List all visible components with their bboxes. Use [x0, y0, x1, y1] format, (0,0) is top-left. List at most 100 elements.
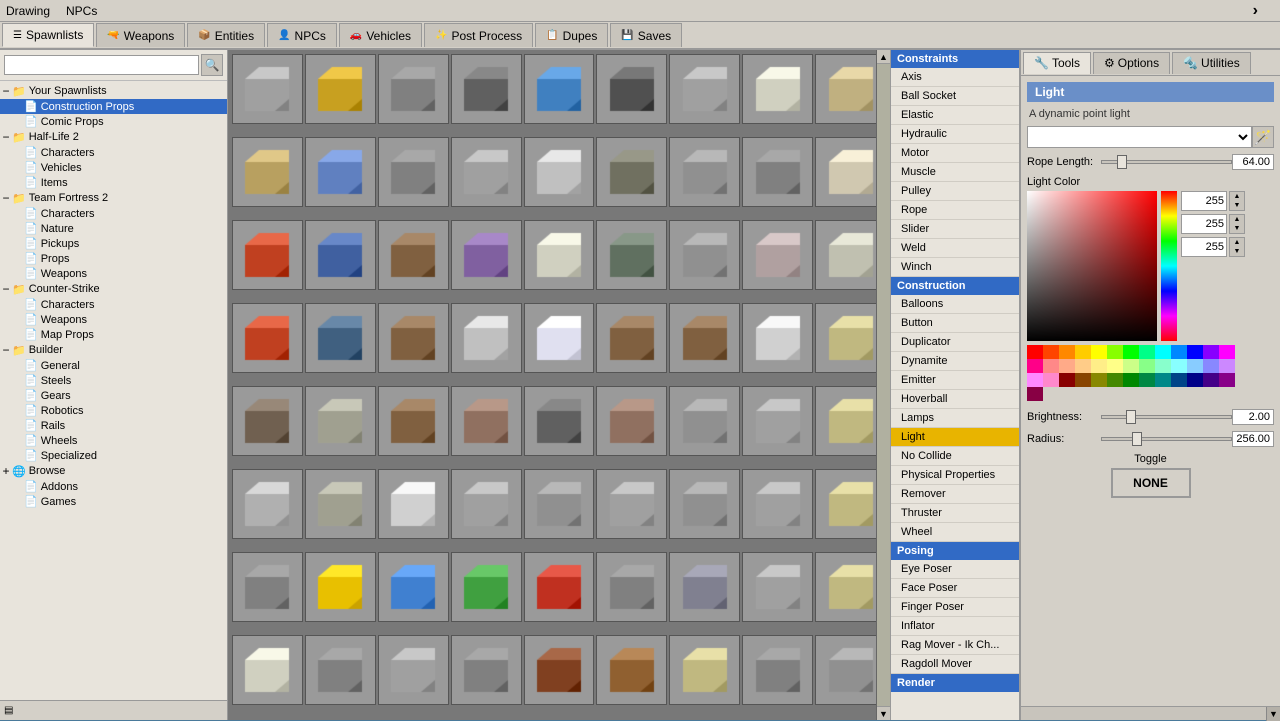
tools-item-face-poser[interactable]: Face Poser — [891, 579, 1019, 598]
color-swatch-18[interactable] — [1107, 359, 1123, 373]
tools-item-eye-poser[interactable]: Eye Poser — [891, 560, 1019, 579]
radius-slider[interactable] — [1101, 437, 1232, 441]
sprite-cell-48[interactable] — [451, 469, 522, 539]
tree-item-browse-games[interactable]: 📄Games — [0, 494, 227, 509]
tab-postprocess[interactable]: ✨ Post Process — [424, 23, 533, 47]
sprite-cell-56[interactable] — [378, 552, 449, 622]
color-swatch-24[interactable] — [1203, 359, 1219, 373]
sprite-cell-6[interactable] — [669, 54, 740, 124]
rope-length-slider[interactable] — [1101, 160, 1232, 164]
sprite-cell-55[interactable] — [305, 552, 376, 622]
color-swatch-39[interactable] — [1027, 387, 1043, 401]
tab-npcs[interactable]: 👤 NPCs — [267, 23, 337, 47]
tree-item-browse-addons[interactable]: 📄Addons — [0, 479, 227, 494]
sprite-cell-10[interactable] — [305, 137, 376, 207]
tools-item-inflator[interactable]: Inflator — [891, 617, 1019, 636]
sprite-cell-67[interactable] — [524, 635, 595, 705]
tree-item-tf2-weapons[interactable]: 📄Weapons — [0, 266, 227, 281]
tree-item-tf2-characters[interactable]: 📄Characters — [0, 206, 227, 221]
tree-item-builder-rails[interactable]: 📄Rails — [0, 418, 227, 433]
sprite-cell-16[interactable] — [742, 137, 813, 207]
color-swatch-14[interactable] — [1043, 359, 1059, 373]
color-swatch-12[interactable] — [1219, 345, 1235, 359]
color-swatch-31[interactable] — [1107, 373, 1123, 387]
color-swatch-26[interactable] — [1027, 373, 1043, 387]
color-swatch-32[interactable] — [1123, 373, 1139, 387]
sprite-cell-41[interactable] — [596, 386, 667, 456]
sprite-cell-29[interactable] — [378, 303, 449, 373]
color-swatch-33[interactable] — [1139, 373, 1155, 387]
right-scroll-down[interactable]: ▼ — [1266, 707, 1280, 721]
tree-item-hl2-vehicles[interactable]: 📄Vehicles — [0, 160, 227, 175]
menu-drawing[interactable]: Drawing — [6, 4, 50, 18]
sprite-cell-32[interactable] — [596, 303, 667, 373]
tree-item-hl2-items[interactable]: 📄Items — [0, 175, 227, 190]
color-swatch-27[interactable] — [1043, 373, 1059, 387]
tools-item-light[interactable]: Light — [891, 428, 1019, 447]
light-type-select[interactable] — [1027, 126, 1252, 148]
tools-item-ball-socket[interactable]: Ball Socket — [891, 87, 1019, 106]
color-swatch-37[interactable] — [1203, 373, 1219, 387]
tree-item-builder-wheels[interactable]: 📄Wheels — [0, 433, 227, 448]
sprite-cell-1[interactable] — [305, 54, 376, 124]
sprite-cell-9[interactable] — [232, 137, 303, 207]
tree-expand-your-spawnlists[interactable]: − — [0, 84, 12, 98]
sprite-cell-5[interactable] — [596, 54, 667, 124]
sprite-cell-2[interactable] — [378, 54, 449, 124]
color-hue-bar[interactable] — [1161, 191, 1177, 341]
sprite-cell-65[interactable] — [378, 635, 449, 705]
sprite-cell-18[interactable] — [232, 220, 303, 290]
color-swatch-7[interactable] — [1139, 345, 1155, 359]
sprite-cell-38[interactable] — [378, 386, 449, 456]
sprite-cell-49[interactable] — [524, 469, 595, 539]
sprite-cell-31[interactable] — [524, 303, 595, 373]
tools-item-finger-poser[interactable]: Finger Poser — [891, 598, 1019, 617]
tree-expand-team-fortress-2[interactable]: − — [0, 191, 12, 205]
sprite-cell-19[interactable] — [305, 220, 376, 290]
sprite-cell-68[interactable] — [596, 635, 667, 705]
tools-item-remover[interactable]: Remover — [891, 485, 1019, 504]
color-swatch-20[interactable] — [1139, 359, 1155, 373]
tree-item-cs-weapons[interactable]: 📄Weapons — [0, 312, 227, 327]
tree-item-cs-map-props[interactable]: 📄Map Props — [0, 327, 227, 342]
sprite-cell-42[interactable] — [669, 386, 740, 456]
sprite-cell-30[interactable] — [451, 303, 522, 373]
tree-item-builder[interactable]: −📁Builder — [0, 342, 227, 358]
tools-item-slider[interactable]: Slider — [891, 220, 1019, 239]
sprite-cell-51[interactable] — [669, 469, 740, 539]
sprite-cell-36[interactable] — [232, 386, 303, 456]
sprite-cell-21[interactable] — [451, 220, 522, 290]
sprite-cell-0[interactable] — [232, 54, 303, 124]
tools-item-pulley[interactable]: Pulley — [891, 182, 1019, 201]
sprite-cell-28[interactable] — [305, 303, 376, 373]
tree-item-builder-gears[interactable]: 📄Gears — [0, 388, 227, 403]
color-swatch-8[interactable] — [1155, 345, 1171, 359]
tools-item-duplicator[interactable]: Duplicator — [891, 333, 1019, 352]
tree-item-builder-specialized[interactable]: 📄Specialized — [0, 448, 227, 463]
sprite-cell-47[interactable] — [378, 469, 449, 539]
sprite-cell-66[interactable] — [451, 635, 522, 705]
tree-expand-browse[interactable]: + — [0, 464, 12, 478]
sprite-cell-15[interactable] — [669, 137, 740, 207]
sprite-cell-54[interactable] — [232, 552, 303, 622]
tree-item-your-spawnlists[interactable]: −📁Your Spawnlists — [0, 83, 227, 99]
sprite-cell-50[interactable] — [596, 469, 667, 539]
sprite-cell-14[interactable] — [596, 137, 667, 207]
color-swatch-15[interactable] — [1059, 359, 1075, 373]
center-scrollbar[interactable]: ▲ ▼ — [876, 50, 890, 720]
sprite-cell-24[interactable] — [669, 220, 740, 290]
color-gradient[interactable] — [1027, 191, 1157, 341]
tools-item-rag-mover---ik-ch...[interactable]: Rag Mover - Ik Ch... — [891, 636, 1019, 655]
color-swatch-30[interactable] — [1091, 373, 1107, 387]
color-swatch-35[interactable] — [1171, 373, 1187, 387]
tab-dupes[interactable]: 📋 Dupes — [535, 23, 608, 47]
tools-item-thruster[interactable]: Thruster — [891, 504, 1019, 523]
sprite-cell-11[interactable] — [378, 137, 449, 207]
color-g-arrow[interactable]: ▲ ▼ — [1229, 214, 1245, 234]
color-swatch-3[interactable] — [1075, 345, 1091, 359]
right-tab-options[interactable]: ⚙ Options — [1093, 52, 1170, 74]
color-swatch-16[interactable] — [1075, 359, 1091, 373]
color-swatch-2[interactable] — [1059, 345, 1075, 359]
tab-spawnlists[interactable]: ☰ Spawnlists — [2, 23, 94, 47]
color-swatch-6[interactable] — [1123, 345, 1139, 359]
